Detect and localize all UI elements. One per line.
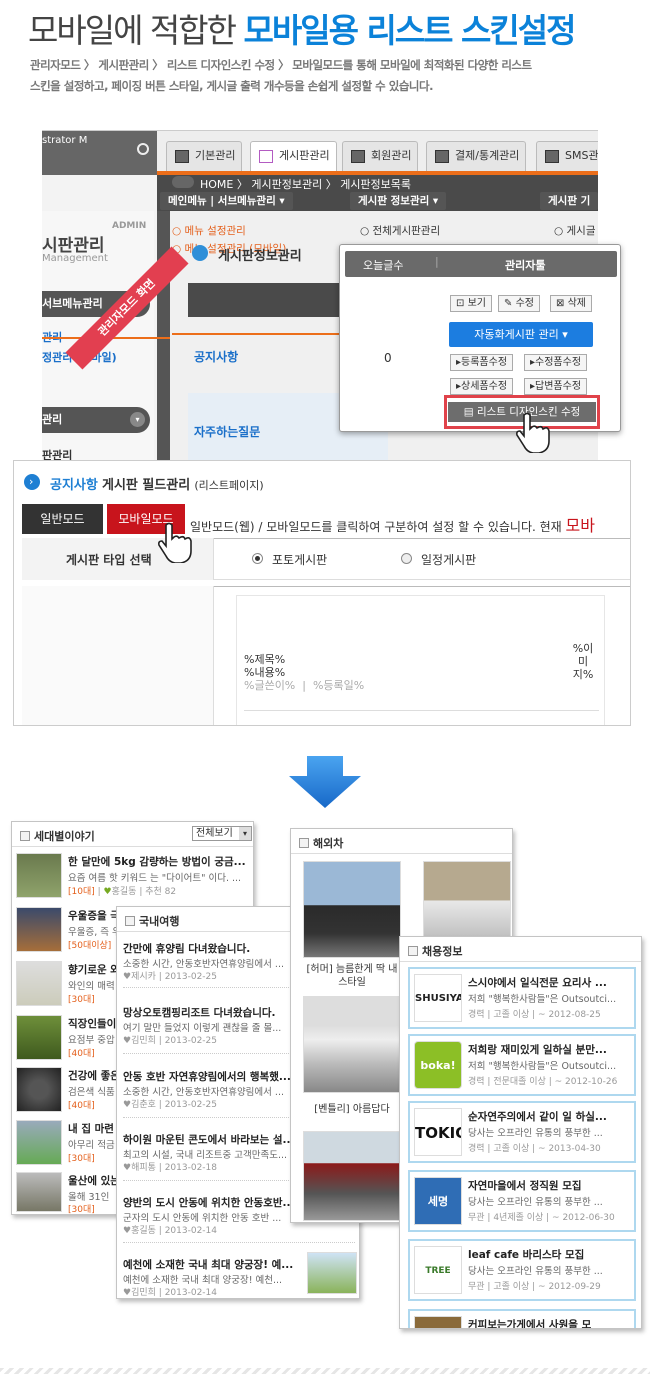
job-item[interactable]: TOKIO 순자연주의에서 같이 일 하실... 당사는 오프라인 유통의 풍부… [408,1101,636,1163]
job-item[interactable]: SHUSIYA 스시야에서 일식전문 요리사 ... 저희 "행복한사람들"은 … [408,967,636,1029]
tab-basic[interactable]: 기본관리 [166,141,243,171]
job-item[interactable]: boka! del 저희랑 재미있게 일하실 분만... 저희 "행복한사람들"… [408,1034,636,1096]
field-management-panel: › 공지사항 게시판 필드관리 (리스트페이지) 일반모드 모바일모드 일반모드… [13,460,631,726]
breadcrumb: 관리자모드 〉 게시판관리 〉 리스트 디자인스킨 수정 〉 [30,58,290,72]
filter-select[interactable]: 전체보기 ▾ [192,826,252,841]
tab-payment[interactable]: 결제/통계관리 [426,141,527,171]
col-admin-tools: 관리자툴 [505,259,546,272]
view-button[interactable]: ⊡ 보기 [450,295,492,312]
section-title: 게시판정보관리 [218,249,302,264]
page-description: 관리자모드 〉 게시판관리 〉 리스트 디자인스킨 수정 〉 모바일모드를 통해… [30,58,532,93]
admin-logo: strator M [42,135,88,146]
submenu-posts[interactable]: ○ 게시글 [554,223,595,238]
edit-button[interactable]: ✎ 수정 [498,295,540,312]
delete-button[interactable]: ⊠ 삭제 [550,295,592,312]
admin-tools-popup: 오늘글수 | 관리자툴 0 ⊡ 보기 ✎ 수정 ⊠ 삭제 자동화게시판 관리 ▾… [339,244,621,453]
dropdown-main-menu[interactable]: 메인메뉴 | 서브메뉴관리 ▾ [160,192,293,210]
tab-members[interactable]: 회원관리 [342,141,419,171]
job-item[interactable]: 세명 자연마을에서 정직원 모집 당사는 오프라인 유통의 풍부한 ... 무관… [408,1170,636,1232]
admin-tag: ADMIN [112,221,147,231]
settings-icon[interactable] [137,143,149,155]
job-item[interactable]: 커피보는가게에서 사원을 모 [408,1309,636,1328]
board-type-label: 게시판 타입 선택 [66,553,152,567]
admin-breadcrumb: HOME 〉 게시판정보관리 〉 게시판정보목록 [200,178,412,191]
mode-hint: 일반모드(웹) / 모바일모드를 클릭하여 구분하여 설정 할 수 있습니다. … [190,516,595,535]
reg-form-button[interactable]: ▸등록폼수정 [450,354,514,371]
card-job-info: 채용정보 SHUSIYA 스시야에서 일식전문 요리사 ... 저희 "행복한사… [399,936,642,1329]
hand-cursor-icon [158,522,192,563]
dropdown-board-extra[interactable]: 게시판 기 [540,192,598,210]
card-title: 해외차 [299,835,343,851]
submenu-all-boards[interactable]: ○ 전체게시판관리 [360,223,440,238]
today-count: 0 [384,351,392,365]
card-title: 채용정보 [408,943,462,959]
side-subtitle: Management [42,253,108,264]
board-row-notice[interactable]: 공지사항 [194,348,238,365]
chevron-right-icon: › [24,474,40,490]
section-icon [192,245,208,261]
footer-divider [0,1368,650,1374]
page-title: 모바일에 적합한 모바일용 리스트 스킨설정 [28,11,576,50]
tpl-meta: %글쓴이% | %등록일% [244,679,365,692]
side-menu-manage[interactable]: 관리 ▾ [42,407,150,433]
arrow-down-icon [289,756,361,808]
card-title: 국내여행 [125,913,179,929]
submenu-menu-settings[interactable]: ○ 메뉴 설정관리 [172,223,246,238]
col-today-posts: 오늘글수 [363,259,404,272]
modify-form-button[interactable]: ▸수정폼수정 [524,354,588,371]
detail-form-button[interactable]: ▸상세폼수정 [450,378,514,395]
tab-sms[interactable]: SMS관 [536,141,598,171]
popup-header: 오늘글수 | 관리자툴 [345,251,617,277]
radio-schedule[interactable] [401,553,412,564]
tab-normal-mode[interactable]: 일반모드 [22,504,103,534]
auto-board-manage-button[interactable]: 자동화게시판 관리 ▾ [449,322,593,347]
tab-board[interactable]: 게시판관리 [250,141,337,171]
dropdown-board-info[interactable]: 게시판 정보관리 ▾ [350,192,447,210]
hand-cursor-icon [516,412,550,453]
radio-photo-label: 포토게시판 [272,553,328,567]
tpl-image: %이미지% [572,642,594,681]
job-item[interactable]: TREE leaf cafe 바리스타 모집 당사는 오프라인 유통의 풍부한 … [408,1239,636,1301]
field-panel-title: 공지사항 게시판 필드관리 (리스트페이지) [50,478,264,493]
radio-photo[interactable] [252,553,263,564]
reply-form-button[interactable]: ▸답변폼수정 [524,378,588,395]
side-link-board[interactable]: 판관리 [42,447,72,460]
radio-schedule-label: 일정게시판 [421,553,477,567]
card-title: 세대별이야기 [20,828,95,844]
template-preview [236,595,605,725]
board-row-faq[interactable]: 자주하는질문 [194,423,260,440]
